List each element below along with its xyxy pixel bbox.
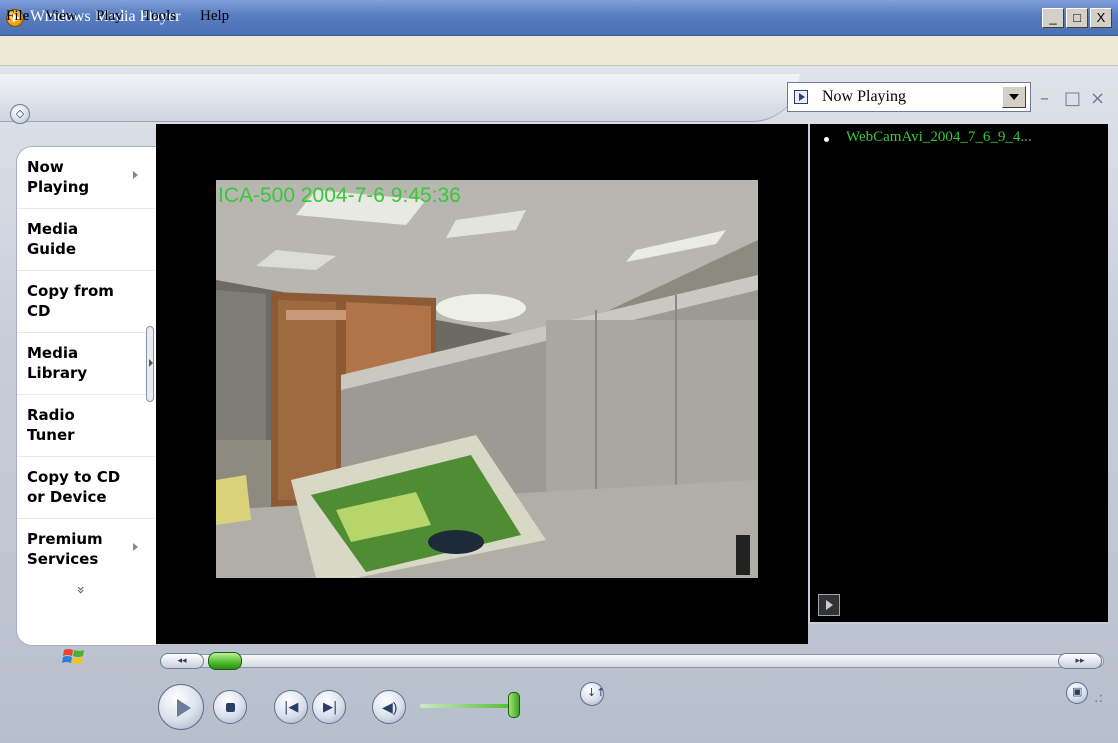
next-icon: ▶| — [323, 700, 338, 715]
close-button[interactable]: X — [1090, 8, 1112, 28]
divider — [808, 622, 1108, 624]
stop-button[interactable] — [213, 690, 247, 724]
windows-logo-icon — [62, 649, 84, 664]
shuffle-button[interactable]: ↓↑ — [580, 682, 606, 706]
webcam-timestamp-overlay: ICA-500 2004-7-6 9:45:36 — [218, 184, 461, 207]
chevron-right-icon — [133, 543, 138, 551]
volume-thumb[interactable] — [508, 692, 520, 718]
dropdown-arrow-icon[interactable] — [1002, 86, 1026, 108]
menu-file[interactable]: File — [6, 8, 29, 25]
sidebar-item-label: Radio Tuner — [27, 406, 75, 444]
previous-icon: |◀ — [284, 700, 299, 715]
menu-bar — [0, 36, 1118, 66]
now-playing-icon — [794, 90, 808, 104]
sidebar-item-label: Media Guide — [27, 220, 79, 258]
sidebar-item-label: Now Playing — [27, 158, 90, 196]
skin-mode-button[interactable]: ▣ — [1066, 682, 1088, 704]
playlist-dropdown-value: Now Playing — [822, 88, 906, 105]
top-frame-arc — [0, 74, 800, 122]
sidebar-item-label: Premium Services — [27, 530, 103, 568]
sidebar-item-media-library[interactable]: Media Library — [17, 333, 155, 395]
speaker-icon: ◀) — [382, 699, 398, 715]
mute-button[interactable]: ◀) — [372, 690, 406, 724]
seek-bar[interactable] — [160, 654, 1104, 668]
playlist-pane: WebCamAvi_2004_7_6_9_4... — [808, 124, 1108, 624]
sidebar-item-radio-tuner[interactable]: Radio Tuner — [17, 395, 155, 457]
rewind-button[interactable]: ◂◂ — [160, 653, 204, 669]
menu-play[interactable]: Play — [96, 8, 123, 25]
volume-slider[interactable] — [420, 704, 516, 708]
playlist-restore-icon[interactable]: □ — [1064, 88, 1081, 109]
playlist-close-icon[interactable]: × — [1090, 88, 1105, 109]
shuffle-icon: ↓↑ — [587, 686, 606, 699]
minimize-button[interactable]: _ — [1042, 8, 1064, 28]
previous-button[interactable]: |◀ — [274, 690, 308, 724]
features-taskbar: Now Playing Media Guide Copy from CD Med… — [16, 146, 156, 646]
bullet-icon — [824, 137, 829, 142]
playlist-item[interactable]: WebCamAvi_2004_7_6_9_4... — [846, 129, 1032, 146]
play-button[interactable] — [158, 684, 204, 730]
sidebar-item-premium-services[interactable]: Premium Services — [17, 519, 155, 581]
sidebar-item-label: Copy to CD or Device — [27, 468, 121, 506]
sidebar-item-copy-to-cd[interactable]: Copy to CD or Device — [17, 457, 155, 519]
sidebar-item-copy-from-cd[interactable]: Copy from CD — [17, 271, 155, 333]
seek-thumb[interactable] — [208, 652, 242, 670]
menu-tools[interactable]: Tools — [143, 8, 176, 25]
playlist-dropdown[interactable]: Now Playing — [787, 82, 1031, 112]
chevron-right-icon — [133, 171, 138, 179]
sidebar-item-label: Copy from CD — [27, 282, 114, 320]
sidebar-item-now-playing[interactable]: Now Playing — [17, 147, 155, 209]
taskbar-collapse-handle[interactable] — [146, 326, 154, 402]
maximize-button[interactable]: □ — [1066, 8, 1088, 28]
sidebar-item-media-guide[interactable]: Media Guide — [17, 209, 155, 271]
playlist-minimize-icon[interactable]: – — [1040, 88, 1049, 109]
menu-help[interactable]: Help — [200, 8, 229, 25]
video-frame[interactable] — [216, 180, 758, 578]
more-items-icon[interactable]: » — [72, 586, 88, 595]
menu-view[interactable]: View — [45, 8, 77, 25]
playlist-options-icon[interactable] — [818, 594, 840, 616]
fast-forward-button[interactable]: ▸▸ — [1058, 653, 1102, 669]
skin-mode-icon: ▣ — [1072, 686, 1083, 698]
sidebar-item-label: Media Library — [27, 344, 88, 382]
resize-grip-icon[interactable]: .: — [1094, 690, 1103, 706]
show-hide-taskbar-icon[interactable]: ◇ — [10, 104, 30, 124]
next-button[interactable]: ▶| — [312, 690, 346, 724]
